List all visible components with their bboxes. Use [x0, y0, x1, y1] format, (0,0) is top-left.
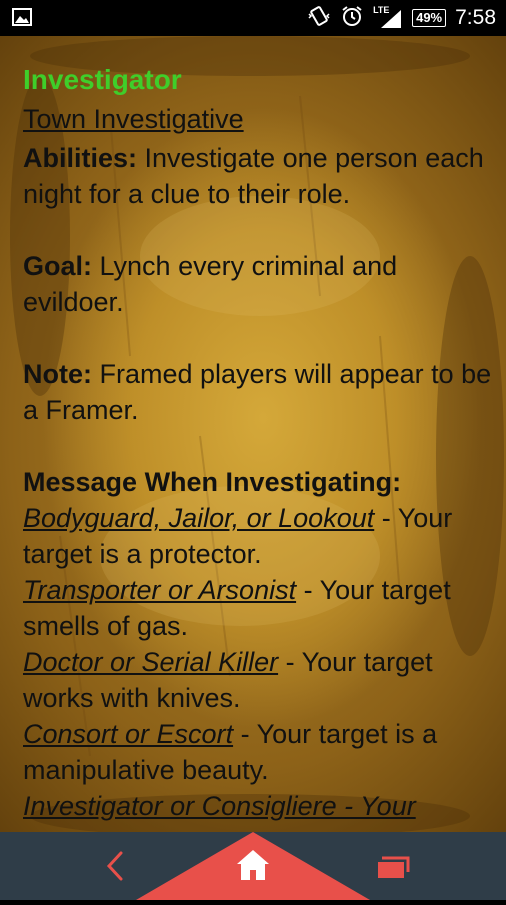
signal-lte-icon: LTE: [373, 5, 403, 29]
battery-indicator: 49%: [412, 9, 447, 27]
recent-apps-icon: [378, 856, 410, 878]
note-text: Framed players will appear to be a Frame…: [23, 359, 492, 425]
goal-label: Goal:: [23, 251, 93, 281]
role-name: Investigator: [23, 64, 182, 95]
message-item: Transporter or Arsonist - Your target sm…: [23, 572, 493, 644]
home-button[interactable]: [136, 832, 370, 900]
role-details-panel[interactable]: Investigator Town Investigative Abilitie…: [0, 36, 506, 832]
role-text: Investigator Town Investigative Abilitie…: [23, 62, 493, 824]
alarm-clock-icon: [340, 4, 364, 33]
note-paragraph: Note: Framed players will appear to be a…: [23, 356, 493, 428]
clock: 7:58: [455, 6, 496, 29]
image-notification-icon: [12, 8, 32, 31]
message-roles: Bodyguard, Jailor, or Lookout: [23, 503, 375, 533]
message-roles: Transporter or Arsonist: [23, 575, 297, 605]
note-label: Note:: [23, 359, 92, 389]
message-item: Doctor or Serial Killer - Your target wo…: [23, 644, 493, 716]
goal-paragraph: Goal: Lynch every criminal and evildoer.: [23, 248, 493, 320]
message-item: Bodyguard, Jailor, or Lookout - Your tar…: [23, 500, 493, 572]
recent-apps-button[interactable]: [372, 850, 412, 886]
vibrate-icon: [307, 4, 331, 33]
abilities-paragraph: Abilities: Investigate one person each n…: [23, 140, 493, 212]
message-roles: Consort or Escort: [23, 719, 234, 749]
status-bar: LTE 49% 7:58: [0, 0, 506, 36]
back-button[interactable]: [95, 844, 135, 888]
messages-header: Message When Investigating:: [23, 467, 402, 497]
bottom-nav-bar: [0, 832, 506, 900]
chevron-left-icon: [106, 851, 123, 881]
message-roles: Doctor or Serial Killer: [23, 647, 279, 677]
abilities-label: Abilities:: [23, 143, 138, 173]
message-item: Consort or Escort - Your target is a man…: [23, 716, 493, 788]
role-category: Town Investigative: [23, 104, 244, 134]
message-item-partial: Investigator or Consigliere - Your: [23, 791, 416, 821]
